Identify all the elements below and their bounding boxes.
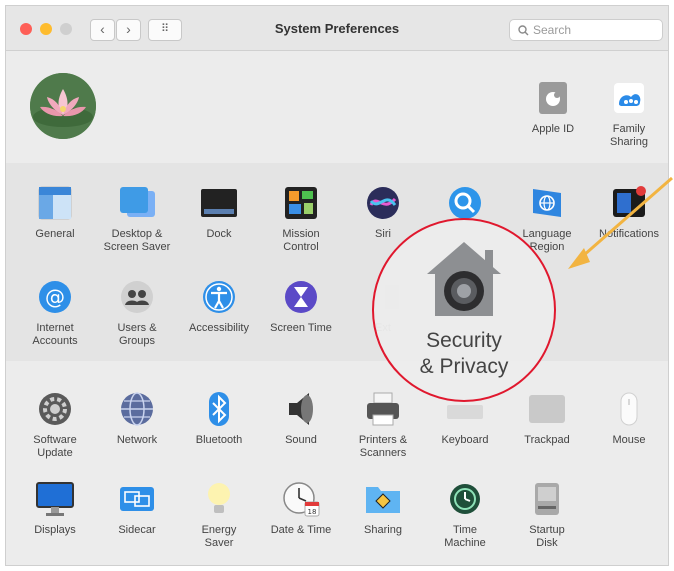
spotlight-icon xyxy=(445,183,485,223)
trackpad-icon xyxy=(527,389,567,429)
pane-siri[interactable]: Siri xyxy=(342,183,424,241)
search-icon xyxy=(518,25,529,36)
bluetooth-icon xyxy=(199,389,239,429)
pane-mouse[interactable]: Mouse xyxy=(588,389,668,447)
pane-software-update[interactable]: Software Update xyxy=(14,389,96,460)
gear-icon xyxy=(35,389,75,429)
mouse-icon xyxy=(609,389,649,429)
apple-id-icon xyxy=(533,78,573,118)
lightbulb-icon xyxy=(199,479,239,519)
general-icon xyxy=(35,183,75,223)
pane-trackpad[interactable]: Trackpad xyxy=(506,389,588,447)
pane-bluetooth[interactable]: Bluetooth xyxy=(178,389,260,447)
calendar-day-number: 18 xyxy=(308,508,317,516)
security-privacy-label: Security & Privacy xyxy=(419,329,509,378)
family-sharing-icon xyxy=(609,78,649,118)
search-field[interactable]: Search xyxy=(509,19,663,41)
sidecar-icon xyxy=(117,479,157,519)
user-avatar[interactable] xyxy=(30,73,96,139)
time-machine-icon xyxy=(445,479,485,519)
account-section: Apple ID Family Sharing xyxy=(6,51,668,164)
security-house-icon xyxy=(427,242,501,316)
pane-time-machine[interactable]: Time Machine xyxy=(424,479,506,550)
hardware-section: Software Update Network Bluetooth Sound … xyxy=(6,361,668,565)
pane-dock[interactable]: Dock xyxy=(178,183,260,241)
arrow-pointer-icon xyxy=(568,176,673,269)
pane-mission-control[interactable]: Mission Control xyxy=(260,183,342,254)
at-sign-icon: @ xyxy=(35,277,75,317)
pane-users-groups[interactable]: Users & Groups xyxy=(96,277,178,348)
title-bar: ‹ › ⠿ System Preferences Search xyxy=(6,6,668,51)
clock-calendar-icon: 18 xyxy=(281,479,321,519)
dock-icon xyxy=(199,183,239,223)
pane-date-time[interactable]: 18 Date & Time xyxy=(260,479,342,537)
system-preferences-window: ‹ › ⠿ System Preferences Search Apple ID… xyxy=(5,5,669,566)
pane-displays[interactable]: Displays xyxy=(14,479,96,537)
pane-screen-time[interactable]: Screen Time xyxy=(260,277,342,335)
pane-printers-scanners[interactable]: Printers & Scanners xyxy=(342,389,424,460)
pane-network[interactable]: Network xyxy=(96,389,178,447)
pane-sidecar[interactable]: Sidecar xyxy=(96,479,178,537)
sharing-folder-icon xyxy=(363,479,403,519)
hourglass-icon xyxy=(281,277,321,317)
pane-energy-saver[interactable]: Energy Saver xyxy=(178,479,260,550)
pane-family-sharing[interactable]: Family Sharing xyxy=(588,78,668,149)
pane-startup-disk[interactable]: Startup Disk xyxy=(506,479,588,550)
hard-disk-icon xyxy=(527,479,567,519)
lotus-flower-icon xyxy=(30,73,96,139)
printer-icon xyxy=(363,389,403,429)
siri-icon xyxy=(363,183,403,223)
speaker-icon xyxy=(281,389,321,429)
desktop-screen-saver-icon xyxy=(117,183,157,223)
mission-control-icon xyxy=(281,183,321,223)
pane-accessibility[interactable]: Accessibility xyxy=(178,277,260,335)
pane-apple-id[interactable]: Apple ID xyxy=(512,78,594,136)
svg-text:@: @ xyxy=(45,285,65,309)
users-groups-icon xyxy=(117,277,157,317)
accessibility-icon xyxy=(199,277,239,317)
pane-desktop-screen-saver[interactable]: Desktop & Screen Saver xyxy=(96,183,178,254)
pane-general[interactable]: General xyxy=(14,183,96,241)
globe-network-icon xyxy=(117,389,157,429)
security-privacy-highlight[interactable]: Security & Privacy xyxy=(372,218,556,402)
pane-sharing[interactable]: Sharing xyxy=(342,479,424,537)
display-icon xyxy=(35,479,75,519)
pane-internet-accounts[interactable]: @ Internet Accounts xyxy=(14,277,96,348)
search-placeholder: Search xyxy=(533,23,572,37)
pane-sound[interactable]: Sound xyxy=(260,389,342,447)
